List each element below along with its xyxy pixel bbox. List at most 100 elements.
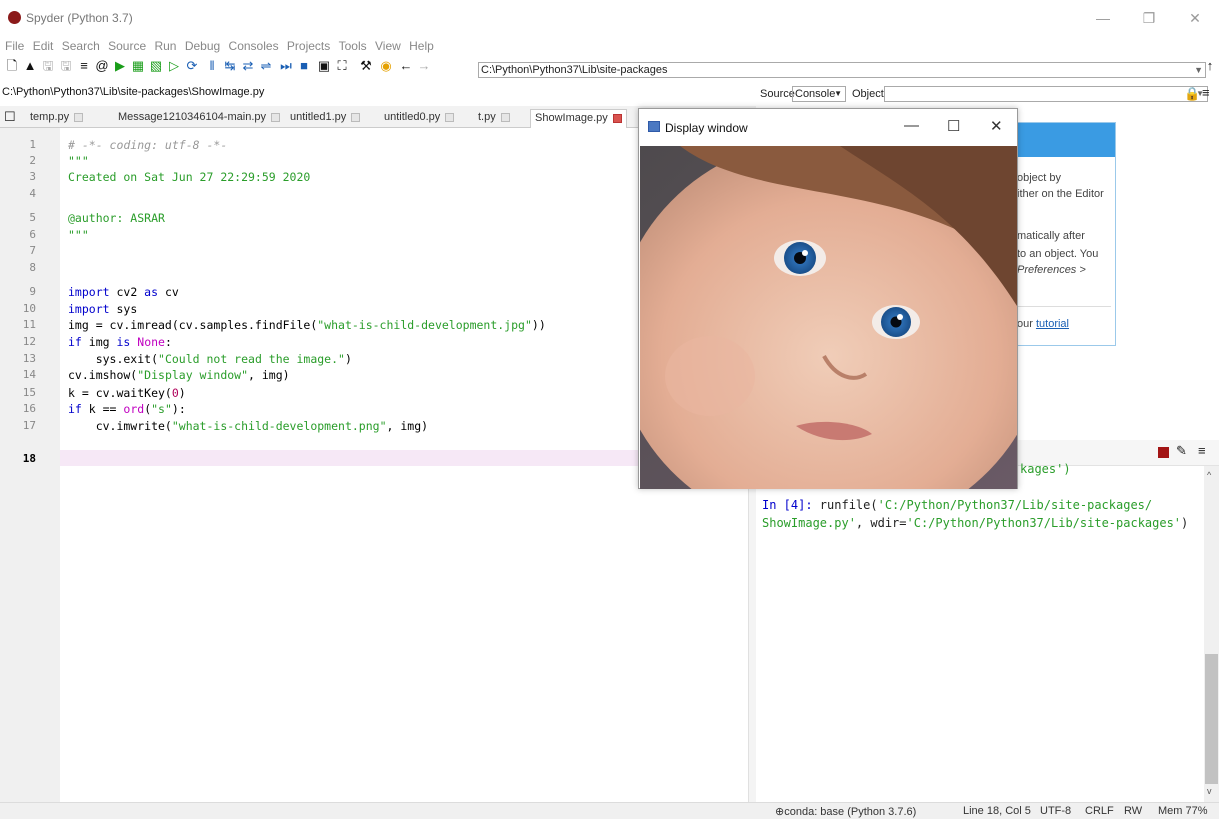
- open-file-icon[interactable]: ▲: [22, 58, 38, 74]
- close-tab-icon[interactable]: [612, 113, 622, 123]
- line-number: 12: [22, 335, 36, 348]
- tutorial-link[interactable]: tutorial: [1036, 318, 1069, 330]
- help-text: to an object. You: [1017, 248, 1099, 260]
- menu-debug[interactable]: Debug: [185, 36, 220, 56]
- working-directory-combo[interactable]: C:\Python\Python37\Lib\site-packages ▼: [478, 62, 1206, 78]
- menu-view[interactable]: View: [375, 36, 401, 56]
- code-line: sys.exit("Could not read the image."): [68, 352, 352, 366]
- line-number: 8: [29, 261, 36, 274]
- code-line: """: [68, 228, 89, 242]
- line-number: 5: [29, 211, 36, 224]
- python-path-icon[interactable]: ◉: [378, 58, 394, 74]
- save-all-icon[interactable]: 🖫: [58, 58, 74, 74]
- browse-tabs-icon[interactable]: ☐: [4, 109, 16, 125]
- opencv-window-icon: [648, 121, 660, 132]
- code-line: import sys: [68, 302, 138, 316]
- console-options-icon[interactable]: ≡: [1198, 443, 1206, 458]
- stop-kernel-icon[interactable]: [1158, 447, 1169, 458]
- menu-tools[interactable]: Tools: [339, 36, 367, 56]
- maximize-pane-icon[interactable]: ▣: [316, 58, 332, 74]
- close-button[interactable]: ✕: [990, 117, 1003, 135]
- menu-search[interactable]: Search: [62, 36, 100, 56]
- tab-message-main[interactable]: Message1210346104-main.py: [118, 109, 280, 128]
- conda-env-status: ⊕conda: base (Python 3.7.6): [775, 806, 917, 818]
- tab-untitled1[interactable]: untitled1.py: [290, 109, 361, 128]
- menu-projects[interactable]: Projects: [287, 36, 330, 56]
- tab-label: untitled0.py: [384, 111, 441, 123]
- display-window[interactable]: Display window — ☐ ✕: [638, 108, 1018, 489]
- tab-temp[interactable]: temp.py: [30, 109, 84, 128]
- help-source-label: Source: [760, 88, 795, 100]
- status-bar: ⊕conda: base (Python 3.7.6) Line 18, Col…: [0, 802, 1219, 819]
- menu-source[interactable]: Source: [108, 36, 146, 56]
- displayed-image: [640, 146, 1017, 489]
- run-selection-icon[interactable]: ▷: [166, 58, 182, 74]
- scroll-down-icon[interactable]: v: [1207, 786, 1212, 796]
- at-icon[interactable]: @: [94, 58, 110, 74]
- code-line: if k == ord("s"):: [68, 402, 186, 416]
- working-directory-value: C:\Python\Python37\Lib\site-packages: [481, 64, 668, 76]
- console-partial-output: kages'): [1020, 462, 1071, 476]
- close-tab-icon[interactable]: [351, 112, 361, 122]
- lock-icon[interactable]: 🔒: [1184, 86, 1200, 102]
- run-icon[interactable]: ▶: [112, 58, 128, 74]
- help-text: matically after: [1017, 230, 1085, 242]
- options-menu-icon[interactable]: ≡: [1202, 85, 1210, 100]
- menu-help[interactable]: Help: [409, 36, 434, 56]
- new-file-icon[interactable]: 🗋: [4, 58, 20, 74]
- window-title: Spyder (Python 3.7): [26, 11, 133, 25]
- line-number: 10: [22, 302, 36, 315]
- menu-consoles[interactable]: Consoles: [229, 36, 279, 56]
- help-intro-card: object by ither on the Editor matically …: [1010, 122, 1116, 346]
- code-line: if img is None:: [68, 335, 172, 349]
- close-button[interactable]: ✕: [1172, 6, 1218, 30]
- run-cell-advance-icon[interactable]: ▧: [148, 58, 164, 74]
- line-number-gutter: 1 2 3 4 5 6 7 8 9 10 11 12 13 14 15 16 1…: [0, 128, 60, 802]
- preferences-icon[interactable]: ⚒: [358, 58, 374, 74]
- maximize-button[interactable]: ☐: [947, 117, 960, 135]
- menu-file[interactable]: File: [5, 36, 24, 56]
- console-output: In [4]: runfile('C:/Python/Python37/Lib/…: [762, 498, 1189, 530]
- maximize-button[interactable]: ❐: [1126, 6, 1172, 30]
- code-line: # -*- coding: utf-8 -*-: [68, 138, 228, 152]
- debug-icon[interactable]: ⟳: [184, 58, 200, 74]
- minimize-button[interactable]: —: [1080, 6, 1126, 30]
- forward-icon[interactable]: →: [416, 58, 432, 74]
- menu-edit[interactable]: Edit: [33, 36, 54, 56]
- scroll-up-icon[interactable]: ^: [1207, 470, 1211, 480]
- step-return-icon[interactable]: ⇄: [240, 58, 256, 74]
- clear-console-icon[interactable]: ✎: [1176, 443, 1187, 459]
- save-icon[interactable]: 🖫: [40, 58, 56, 74]
- line-number: 16: [22, 402, 36, 415]
- step-icon[interactable]: ‖: [204, 58, 220, 74]
- tab-untitled0[interactable]: untitled0.py: [384, 109, 455, 128]
- fullscreen-icon[interactable]: ⛶: [334, 58, 350, 74]
- console-scroll-thumb[interactable]: [1205, 654, 1218, 784]
- run-cell-icon[interactable]: ▦: [130, 58, 146, 74]
- stop-icon[interactable]: ■: [296, 58, 312, 74]
- close-tab-icon[interactable]: [74, 112, 84, 122]
- step-out-icon[interactable]: ⇌: [258, 58, 274, 74]
- help-object-label: Object: [852, 88, 884, 100]
- step-into-icon[interactable]: ↹: [222, 58, 238, 74]
- help-source-select[interactable]: Console ▼: [792, 86, 846, 102]
- code-line: """: [68, 154, 89, 168]
- line-number: 1: [29, 138, 36, 151]
- help-object-input[interactable]: ▼: [884, 86, 1208, 102]
- close-tab-icon[interactable]: [445, 112, 455, 122]
- back-icon[interactable]: ←: [398, 58, 414, 74]
- close-tab-icon[interactable]: [271, 112, 280, 122]
- close-tab-icon[interactable]: [500, 112, 510, 122]
- help-tutorial-line: our tutorial: [1017, 318, 1069, 330]
- spyder-logo-icon: [8, 11, 21, 24]
- minimize-button[interactable]: —: [904, 117, 919, 134]
- file-encoding: UTF-8: [1040, 805, 1072, 817]
- tab-t[interactable]: t.py: [478, 109, 510, 128]
- outline-icon[interactable]: ≡: [76, 58, 92, 74]
- line-number: 13: [22, 352, 36, 365]
- line-number: 14: [22, 368, 36, 381]
- continue-icon[interactable]: ⏭: [278, 58, 294, 74]
- menu-run[interactable]: Run: [154, 36, 176, 56]
- tab-showimage[interactable]: ShowImage.py: [530, 109, 627, 128]
- line-number: 7: [29, 244, 36, 257]
